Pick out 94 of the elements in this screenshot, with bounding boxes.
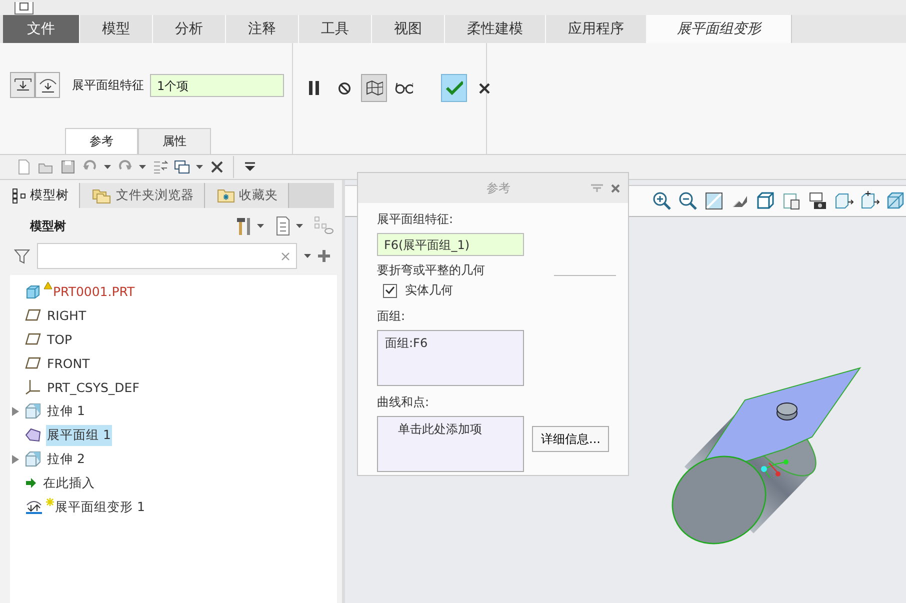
feature-label: 展平面组特征	[72, 76, 144, 94]
tools-icon[interactable]	[236, 216, 252, 236]
ribbon-tab[interactable]: 视图	[372, 15, 445, 43]
geometry-label: 要折弯或平整的几何	[377, 262, 485, 279]
windows-icon[interactable]	[174, 159, 190, 175]
zoom-out-icon[interactable]	[678, 191, 698, 211]
quilt-collector-list[interactable]: 面组:F6	[377, 330, 524, 386]
surface-preview-icon	[365, 79, 383, 97]
ribbon-tab[interactable]: 注释	[226, 15, 299, 43]
feature-collector-field[interactable]: F6(展平面组_1)	[377, 233, 524, 256]
camera-icon[interactable]	[808, 191, 828, 211]
datum-plane-icon	[25, 333, 41, 345]
tree-filter-icon[interactable]	[314, 216, 334, 236]
bend-icon	[38, 76, 58, 94]
close-icon	[478, 82, 490, 94]
feature-label: 展平面组特征:	[377, 211, 454, 228]
ribbon-tab[interactable]: 模型	[80, 15, 153, 43]
tree-item[interactable]: 展平面组 1	[46, 424, 112, 446]
caret-icon[interactable]	[196, 165, 203, 169]
panel-tab[interactable]: 属性	[138, 128, 211, 154]
quilts-label: 面组:	[377, 308, 406, 325]
dialog-title: 参考	[486, 180, 512, 196]
tree-item[interactable]: 拉伸 2	[46, 448, 86, 470]
no-entry-icon	[338, 82, 350, 94]
feature-collector-field[interactable]: 1个项	[150, 74, 284, 96]
pause-icon	[308, 81, 320, 95]
tree-item[interactable]: TOP	[46, 330, 74, 348]
filter-icon[interactable]	[14, 248, 30, 264]
check-icon	[385, 286, 395, 295]
ribbon-tab[interactable]: 展平面组变形	[647, 15, 792, 43]
curves-label: 曲线和点:	[377, 394, 430, 411]
details-button[interactable]: 详细信息...	[532, 426, 610, 452]
cube-icon[interactable]	[756, 191, 776, 211]
add-icon[interactable]	[318, 250, 330, 262]
tree-item[interactable]: 拉伸 1	[46, 400, 86, 422]
quilt-icon	[25, 428, 41, 442]
close-icon[interactable]	[611, 184, 620, 192]
ribbon-tab[interactable]: 柔性建模	[445, 15, 546, 43]
transparent-cube-icon[interactable]	[886, 191, 906, 211]
preview-button[interactable]	[361, 74, 387, 102]
navigator-tab[interactable]: 模型树	[0, 183, 80, 208]
coordinate-system-icon	[25, 379, 41, 395]
ribbon-tab[interactable]: 分析	[153, 15, 226, 43]
checkbox[interactable]	[383, 284, 397, 298]
close-window-icon[interactable]	[209, 159, 225, 175]
tree-item[interactable]: RIGHT	[46, 306, 88, 324]
regenerate-icon[interactable]	[152, 159, 168, 175]
favorites-folder-icon	[217, 188, 235, 203]
expand-arrow-icon[interactable]	[12, 454, 18, 464]
bend-option-button[interactable]	[35, 72, 60, 98]
navigator-tab[interactable]: 文件夹浏览器	[80, 183, 205, 208]
checkmark-icon	[445, 80, 463, 96]
flatten-deform-icon	[25, 499, 43, 515]
ribbon-tab[interactable]: 工具	[299, 15, 372, 43]
tree-item[interactable]: PRT_CSYS_DEF	[46, 378, 140, 396]
extrude-icon	[25, 451, 41, 467]
expand-arrow-icon[interactable]	[12, 406, 18, 416]
tree-item[interactable]: PRT0001.PRT	[52, 282, 136, 300]
tree-item[interactable]: FRONT	[46, 354, 91, 372]
list-item[interactable]: 面组:F6	[385, 335, 516, 352]
tree-item[interactable]: 在此插入	[42, 472, 96, 494]
caret-icon[interactable]	[296, 224, 303, 228]
panel-tab[interactable]: 参考	[65, 128, 138, 154]
save-icon[interactable]	[60, 159, 76, 175]
panel-title: 模型树	[30, 218, 66, 234]
caret-icon[interactable]	[304, 254, 311, 258]
datum-plane-icon	[25, 357, 41, 369]
saved-views-icon[interactable]	[782, 191, 802, 211]
caret-icon[interactable]	[257, 224, 264, 228]
navigator-tab[interactable]: 收藏夹	[205, 183, 289, 208]
part-icon	[25, 284, 41, 298]
clear-icon[interactable]	[281, 252, 290, 260]
search-field[interactable]	[37, 243, 297, 269]
collector-prompt: 单击此处添加项	[398, 422, 482, 436]
extrude-icon	[25, 403, 41, 419]
tree-item[interactable]: 展平面组变形 1	[54, 496, 146, 518]
caret-icon[interactable]	[104, 165, 111, 169]
tree-icon	[12, 188, 26, 204]
glasses-icon	[395, 82, 413, 94]
checkbox-label: 实体几何	[405, 282, 453, 299]
zoom-in-icon[interactable]	[652, 191, 672, 211]
app-menu-icon[interactable]	[14, 2, 34, 15]
cube-plus-icon[interactable]	[860, 191, 880, 211]
ribbon-tab[interactable]: 应用程序	[546, 15, 647, 43]
ribbon-tab[interactable]: 文件	[3, 15, 80, 43]
refit-icon[interactable]	[704, 191, 724, 211]
curve-collector-list[interactable]: 单击此处添加项	[377, 416, 524, 472]
cube-arrow-icon[interactable]	[834, 191, 854, 211]
list-settings-icon[interactable]	[275, 216, 291, 236]
folders-icon	[92, 187, 112, 204]
insert-arrow-icon	[25, 477, 37, 489]
flatten-option-button[interactable]	[10, 72, 35, 98]
caret-icon[interactable]	[139, 165, 146, 169]
datum-plane-icon	[25, 309, 41, 321]
